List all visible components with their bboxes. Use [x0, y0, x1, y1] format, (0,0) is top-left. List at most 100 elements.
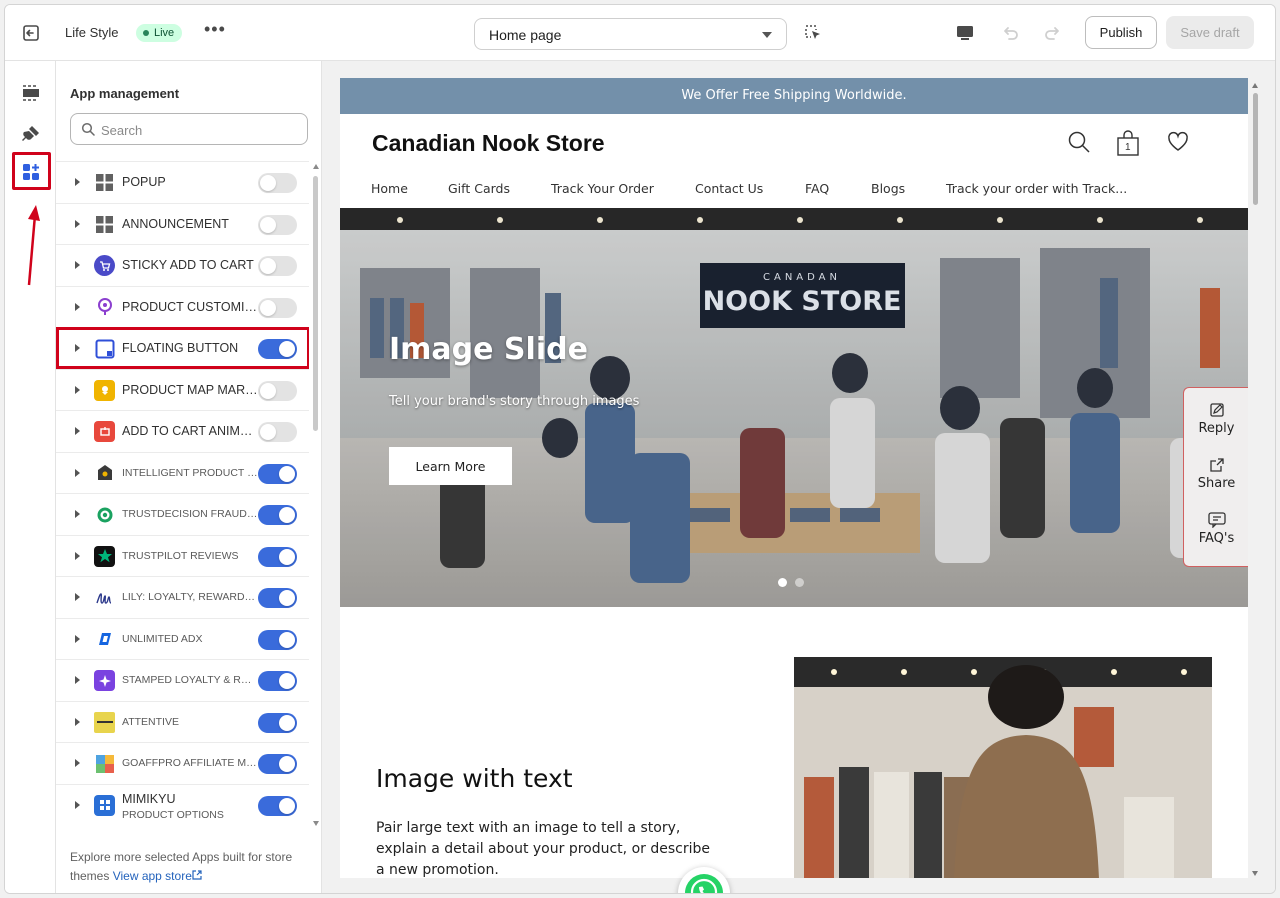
nav-gift-cards[interactable]: Gift Cards: [448, 181, 510, 196]
scroll-up-icon[interactable]: [1252, 83, 1258, 88]
editor-sidebar-rail: [5, 61, 56, 893]
floating-share-button[interactable]: Share: [1184, 457, 1248, 491]
floating-reply-label: Reply: [1198, 421, 1235, 436]
slide-dot-active[interactable]: [778, 578, 787, 587]
app-toggle[interactable]: [258, 380, 297, 401]
app-toggle[interactable]: [258, 297, 297, 318]
view-app-store-link[interactable]: View app store: [113, 869, 202, 883]
app-toggle[interactable]: [258, 629, 297, 650]
undo-icon[interactable]: [1000, 23, 1020, 43]
image-slide-hero: CANADAN NOOK STORE Image Slide Tell your…: [340, 208, 1248, 607]
more-actions-button[interactable]: •••: [204, 19, 226, 40]
expand-chevron-icon[interactable]: [75, 800, 80, 809]
search-field[interactable]: [70, 113, 308, 145]
app-row-announcement[interactable]: ANNOUNCEMENT: [56, 202, 309, 245]
app-name: PRODUCT CUSTOMIZER: [122, 299, 258, 314]
app-row-unlimited-adx[interactable]: UNLIMITED ADX: [56, 617, 309, 660]
app-toggle[interactable]: [258, 463, 297, 484]
app-row-intelligent-product-recommendations[interactable]: INTELLIGENT PRODUCT RECOMMENDATIONS: [56, 451, 309, 494]
expand-chevron-icon[interactable]: [75, 385, 80, 394]
expand-chevron-icon[interactable]: [75, 551, 80, 560]
nav-track-your-order[interactable]: Track Your Order: [551, 181, 654, 196]
app-toggle[interactable]: [258, 214, 297, 235]
expand-chevron-icon[interactable]: [75, 676, 80, 684]
scroll-down-icon[interactable]: [313, 821, 319, 826]
expand-chevron-icon[interactable]: [75, 593, 80, 601]
scroll-down-icon[interactable]: [1252, 871, 1258, 876]
store-preview: We Offer Free Shipping Worldwide. Canadi…: [322, 61, 1275, 893]
page-selector[interactable]: Home page: [474, 18, 787, 50]
redo-icon[interactable]: [1043, 23, 1063, 43]
scroll-up-icon[interactable]: [313, 164, 319, 169]
expand-chevron-icon[interactable]: [75, 510, 80, 518]
floating-reply-button[interactable]: Reply: [1184, 402, 1248, 436]
grid-icon: [94, 172, 115, 193]
search-icon[interactable]: [1067, 130, 1091, 156]
nav-track-with-track[interactable]: Track your order with Track...: [946, 181, 1127, 196]
app-row-add-to-cart-animation[interactable]: ADD TO CART ANIMATION: [56, 410, 309, 452]
app-row-goaffpro[interactable]: GOAFFPRO AFFILIATE MARKETING: [56, 742, 309, 784]
app-toggle[interactable]: [258, 505, 297, 525]
app-toggle[interactable]: [258, 795, 297, 816]
heart-icon[interactable]: [1166, 130, 1190, 156]
nav-blogs[interactable]: Blogs: [871, 181, 905, 196]
app-toggle[interactable]: [258, 671, 297, 691]
app-management-panel: App management POPUP ANNOUNCEMENT: [56, 61, 322, 893]
app-row-lily-loyalty[interactable]: LILY: LOYALTY, REWARDS, REFERRALS: [56, 576, 309, 618]
search-input[interactable]: [101, 120, 301, 140]
app-toggle[interactable]: [258, 173, 297, 193]
sections-icon[interactable]: [17, 79, 45, 107]
app-toggle[interactable]: [258, 422, 297, 442]
slide-dot[interactable]: [795, 578, 804, 587]
image-with-text-title: Image with text: [376, 764, 573, 793]
app-row-product-map-marker[interactable]: PRODUCT MAP MARKER: [56, 368, 309, 411]
app-toggle[interactable]: [258, 588, 297, 608]
expand-chevron-icon[interactable]: [75, 178, 80, 186]
highlight-box: [56, 327, 309, 369]
floating-faq-button[interactable]: FAQ's: [1184, 512, 1248, 546]
app-row-attentive[interactable]: ATTENTIVE: [56, 700, 309, 743]
theme-settings-brush-icon[interactable]: [17, 120, 45, 148]
expand-chevron-icon[interactable]: [75, 634, 80, 643]
store-logo[interactable]: Canadian Nook Store: [372, 130, 605, 157]
theme-editor: Life Style Live ••• Home page Publish Sa…: [4, 4, 1276, 894]
app-name: TRUSTPILOT REVIEWS: [122, 549, 239, 562]
inspector-icon[interactable]: [804, 24, 822, 42]
app-row-product-customizer[interactable]: PRODUCT CUSTOMIZER: [56, 285, 309, 328]
top-bar: Life Style Live ••• Home page Publish Sa…: [5, 5, 1275, 61]
panel-scrollbar-thumb[interactable]: [313, 176, 318, 431]
preview-scrollbar-thumb[interactable]: [1253, 93, 1258, 205]
desktop-icon[interactable]: [955, 24, 975, 42]
app-row-sticky-add-to-cart[interactable]: STICKY ADD TO CART: [56, 244, 309, 286]
announcement-bar: We Offer Free Shipping Worldwide.: [340, 78, 1248, 114]
app-row-mimikyu[interactable]: MIMIKYU PRODUCT OPTIONS: [56, 783, 309, 826]
nav-home[interactable]: Home: [371, 181, 408, 196]
expand-chevron-icon[interactable]: [75, 427, 80, 435]
app-row-trustdecision-fraud-prevention[interactable]: TRUSTDECISION FRAUD PREVENTION: [56, 493, 309, 535]
app-row-trustpilot-reviews[interactable]: TRUSTPILOT REVIEWS: [56, 534, 309, 577]
app-toggle[interactable]: [258, 712, 297, 733]
cart-count: 1: [1125, 142, 1131, 153]
star-icon: [94, 545, 115, 567]
publish-button[interactable]: Publish: [1085, 16, 1157, 49]
expand-chevron-icon[interactable]: [75, 717, 80, 726]
chat-bubbles-icon: [1207, 512, 1226, 528]
app-toggle[interactable]: [258, 754, 297, 774]
save-draft-button[interactable]: Save draft: [1166, 16, 1254, 49]
learn-more-button[interactable]: Learn More: [389, 447, 512, 485]
expand-chevron-icon[interactable]: [75, 261, 80, 269]
expand-chevron-icon[interactable]: [75, 219, 80, 228]
nav-faq[interactable]: FAQ: [805, 181, 829, 196]
whatsapp-chat-button[interactable]: [678, 867, 730, 893]
app-toggle[interactable]: [258, 546, 297, 567]
expand-chevron-icon[interactable]: [75, 759, 80, 767]
app-name: MIMIKYU: [122, 791, 176, 806]
app-row-stamped-loyalty[interactable]: STAMPED LOYALTY & REFERRALS: [56, 659, 309, 701]
app-row-popup[interactable]: POPUP: [56, 161, 309, 203]
nav-contact-us[interactable]: Contact Us: [695, 181, 763, 196]
expand-chevron-icon[interactable]: [75, 468, 80, 477]
options-icon: [94, 794, 115, 816]
app-toggle[interactable]: [258, 256, 297, 276]
expand-chevron-icon[interactable]: [75, 302, 80, 311]
exit-icon[interactable]: [19, 21, 43, 45]
